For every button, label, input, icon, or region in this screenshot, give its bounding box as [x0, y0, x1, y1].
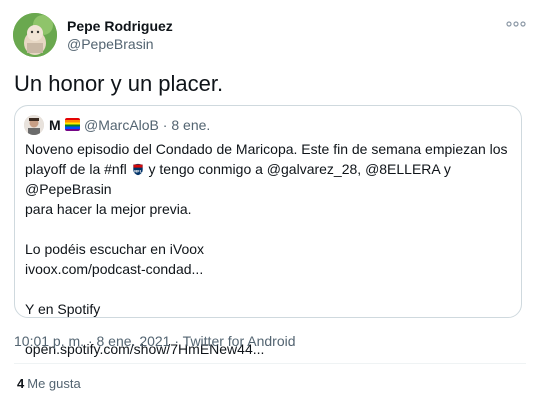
tweet-source[interactable]: Twitter for Android: [183, 333, 296, 349]
more-icon[interactable]: [505, 16, 527, 32]
quoted-date[interactable]: 8 ene.: [171, 117, 210, 133]
divider: [14, 363, 526, 364]
quoted-text: Noveno episodio del Condado de Maricopa.…: [25, 139, 515, 359]
tweet: Pepe Rodriguez @PepeBrasin Un honor y un…: [0, 0, 540, 402]
ivoox-link[interactable]: ivoox.com/podcast-condad...: [25, 259, 515, 279]
quoted-avatar[interactable]: [24, 115, 44, 135]
likes-label: Me gusta: [27, 376, 81, 391]
quoted-line: Noveno episodio del Condado de Maricopa.…: [25, 141, 508, 157]
quoted-author-meta: @MarcAloB · 8 ene.: [84, 117, 210, 133]
tweet-time[interactable]: 10:01 p. m.: [14, 333, 84, 349]
quoted-separator: ·: [162, 117, 168, 133]
author-handle[interactable]: @PepeBrasin: [67, 36, 154, 52]
meta-separator: ·: [87, 333, 93, 349]
tweet-meta: 10:01 p. m. · 8 ene. 2021 · Twitter for …: [14, 332, 296, 350]
quoted-line: playoff de la #nfl NFL y tengo conmigo a…: [25, 159, 515, 199]
nfl-shield-icon: NFL: [132, 163, 143, 176]
tweet-text: Un honor y un placer.: [14, 71, 224, 96]
likes-link[interactable]: 4 Me gusta: [17, 376, 81, 392]
quoted-line: para hacer la mejor previa.: [25, 201, 192, 217]
avatar[interactable]: [13, 13, 57, 57]
quoted-author-name[interactable]: M: [49, 117, 61, 133]
tweet-date[interactable]: 8 ene. 2021: [97, 333, 171, 349]
rainbow-flag-icon: [65, 118, 80, 131]
quoted-line: Y en Spotify: [25, 301, 101, 317]
quoted-tweet[interactable]: M @MarcAloB · 8 ene. Noveno episodio del…: [14, 105, 522, 357]
meta-separator: ·: [174, 333, 180, 349]
hashtag-text: playoff de la #nfl: [25, 161, 127, 177]
quoted-handle[interactable]: @MarcAloB: [84, 117, 159, 133]
likes-count: 4: [17, 376, 25, 391]
svg-text:NFL: NFL: [134, 170, 142, 174]
quoted-line: Lo podéis escuchar en iVoox: [25, 241, 205, 257]
author-name[interactable]: Pepe Rodriguez: [67, 18, 173, 34]
